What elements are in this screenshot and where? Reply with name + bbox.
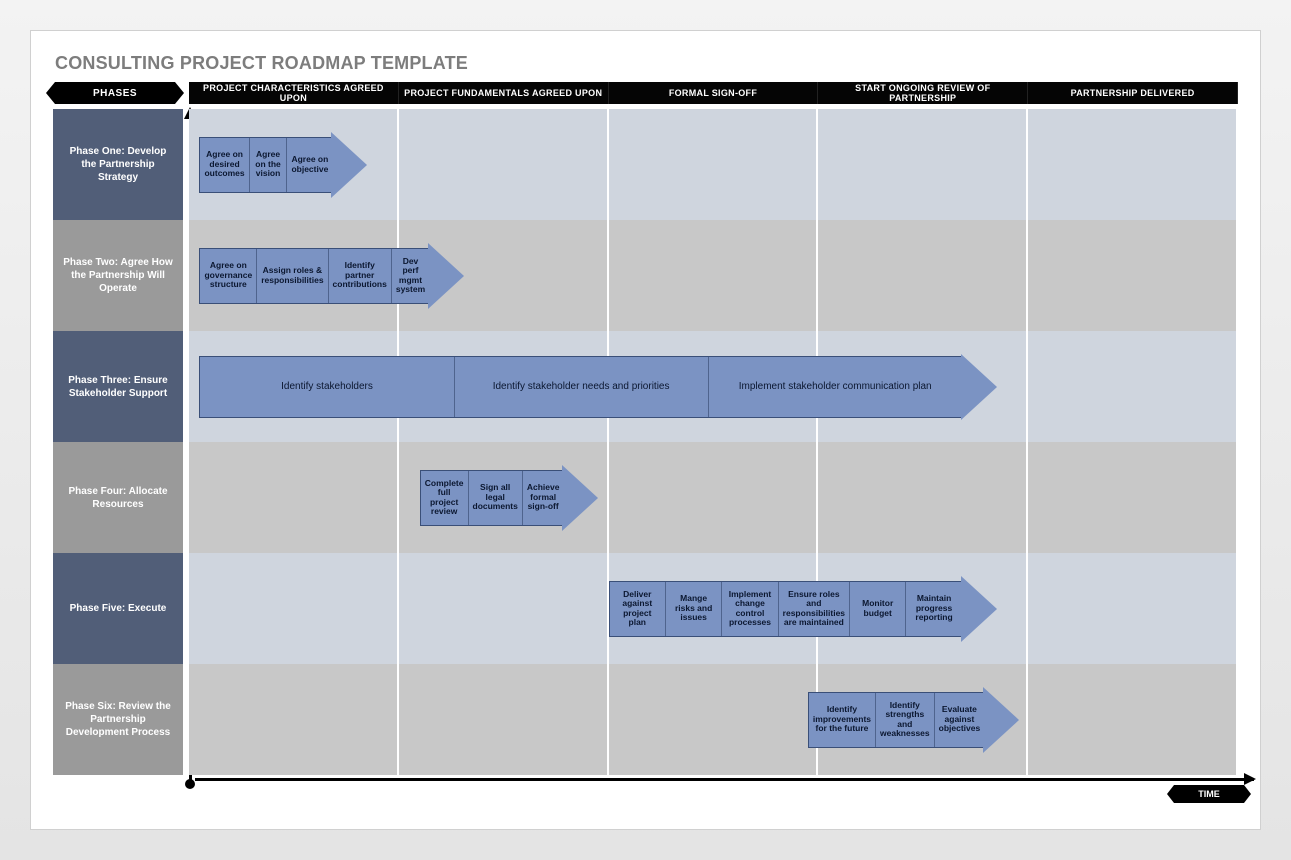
task-segment: Deliver against project plan — [610, 582, 666, 636]
column-headers: PROJECT CHARACTERISTICS AGREED UPON PROJ… — [189, 82, 1238, 104]
phase-label: Phase Five: Execute — [53, 553, 183, 664]
phases-axis-label: PHASES — [55, 82, 175, 104]
roadmap-grid: Agree on desired outcomesAgree on the vi… — [189, 109, 1238, 775]
task-segment: Monitor budget — [850, 582, 906, 636]
page: CONSULTING PROJECT ROADMAP TEMPLATE PHAS… — [0, 0, 1291, 860]
task-segment: Agree on desired outcomes — [200, 138, 249, 192]
task-segment: Agree on objective — [287, 138, 332, 192]
grid-cell — [609, 109, 819, 220]
task-segment: Mange risks and issues — [666, 582, 722, 636]
task-segment: Identify stakeholders — [200, 357, 454, 417]
column-header: START ONGOING REVIEW OF PARTNERSHIP — [818, 82, 1028, 104]
task-segment: Achieve formal sign-off — [523, 471, 564, 525]
phase-label: Phase Six: Review the Partnership Develo… — [53, 664, 183, 775]
grid-row: Agree on desired outcomesAgree on the vi… — [189, 109, 1238, 220]
phase-label: Phase One: Develop the Partnership Strat… — [53, 109, 183, 220]
task-segment: Evaluate against objectives — [935, 693, 985, 747]
task-segment: Maintain progress reporting — [906, 582, 961, 636]
phase-label: Phase Three: Ensure Stakeholder Support — [53, 331, 183, 442]
grid-row: Identify stakeholdersIdentify stakeholde… — [189, 331, 1238, 442]
header-row: PHASES PROJECT CHARACTERISTICS AGREED UP… — [53, 82, 1238, 106]
task-arrow-body: Complete full project reviewSign all leg… — [420, 470, 564, 526]
grid-cell — [189, 442, 399, 553]
task-segment: Complete full project review — [421, 471, 469, 525]
task-segment: Agree on governance structure — [200, 249, 257, 303]
task-segment: Dev perf mgmt system — [392, 249, 429, 303]
grid-cell — [399, 553, 609, 664]
task-arrow-body: Agree on desired outcomesAgree on the vi… — [199, 137, 332, 193]
column-header: PROJECT FUNDAMENTALS AGREED UPON — [399, 82, 609, 104]
task-arrow: Identify improvements for the futureIden… — [808, 692, 997, 748]
task-segment: Agree on the vision — [250, 138, 288, 192]
arrow-head-icon — [562, 465, 598, 531]
grid-cell — [818, 442, 1028, 553]
column-header: FORMAL SIGN-OFF — [609, 82, 819, 104]
task-segment: Ensure roles and responsibilities are ma… — [779, 582, 850, 636]
task-arrow-body: Agree on governance structureAssign role… — [199, 248, 429, 304]
grid-cell — [399, 109, 609, 220]
task-arrow: Identify stakeholdersIdentify stakeholde… — [199, 356, 996, 418]
grid-row: Identify improvements for the futureIden… — [189, 664, 1238, 775]
grid-row: Agree on governance structureAssign role… — [189, 220, 1238, 331]
page-title: CONSULTING PROJECT ROADMAP TEMPLATE — [55, 53, 1238, 74]
task-segment: Implement stakeholder communication plan — [709, 357, 962, 417]
task-arrow-body: Identify improvements for the futureIden… — [808, 692, 984, 748]
task-arrow: Agree on governance structureAssign role… — [199, 248, 419, 304]
grid-row: Complete full project reviewSign all leg… — [189, 442, 1238, 553]
task-arrow-body: Deliver against project planMange risks … — [609, 581, 962, 637]
phase-label: Phase Four: Allocate Resources — [53, 442, 183, 553]
arrow-head-icon — [983, 687, 1019, 753]
phase-labels-column: Phase One: Develop the Partnership Strat… — [53, 109, 183, 775]
arrow-head-icon — [428, 243, 464, 309]
arrow-head-icon — [961, 354, 997, 420]
column-header: PARTNERSHIP DELIVERED — [1028, 82, 1238, 104]
grid-cell — [1028, 664, 1238, 775]
grid-cell — [1028, 553, 1238, 664]
roadmap-body: Phase One: Develop the Partnership Strat… — [53, 109, 1238, 775]
x-axis-arrow — [195, 778, 1254, 781]
grid-cell — [399, 664, 609, 775]
grid-cell — [609, 664, 819, 775]
task-arrow: Complete full project reviewSign all leg… — [420, 470, 598, 526]
task-arrow-body: Identify stakeholdersIdentify stakeholde… — [199, 356, 961, 418]
task-segment: Sign all legal documents — [469, 471, 523, 525]
column-header: PROJECT CHARACTERISTICS AGREED UPON — [189, 82, 399, 104]
phase-label: Phase Two: Agree How the Partnership Wil… — [53, 220, 183, 331]
grid-row: Deliver against project planMange risks … — [189, 553, 1238, 664]
grid-cell — [1028, 109, 1238, 220]
grid-wrap: Agree on desired outcomesAgree on the vi… — [189, 109, 1238, 775]
grid-cell — [189, 553, 399, 664]
task-arrow: Deliver against project planMange risks … — [609, 581, 997, 637]
grid-cell — [818, 109, 1028, 220]
grid-cell — [818, 220, 1028, 331]
grid-cell — [609, 220, 819, 331]
task-segment: Identify strengths and weaknesses — [876, 693, 935, 747]
time-axis-label: TIME — [1174, 785, 1244, 803]
grid-cell — [609, 442, 819, 553]
grid-cell — [1028, 442, 1238, 553]
arrow-head-icon — [961, 576, 997, 642]
grid-cell — [189, 664, 399, 775]
task-segment: Assign roles & responsibilities — [257, 249, 328, 303]
task-segment: Implement change control processes — [722, 582, 778, 636]
template-sheet: CONSULTING PROJECT ROADMAP TEMPLATE PHAS… — [30, 30, 1261, 830]
grid-cell — [1028, 220, 1238, 331]
task-segment: Identify improvements for the future — [809, 693, 876, 747]
task-arrow: Agree on desired outcomesAgree on the vi… — [199, 137, 367, 193]
arrow-head-icon — [331, 132, 367, 198]
task-segment: Identify stakeholder needs and prioritie… — [455, 357, 709, 417]
grid-cell — [1028, 331, 1238, 442]
task-segment: Identify partner contributions — [329, 249, 392, 303]
